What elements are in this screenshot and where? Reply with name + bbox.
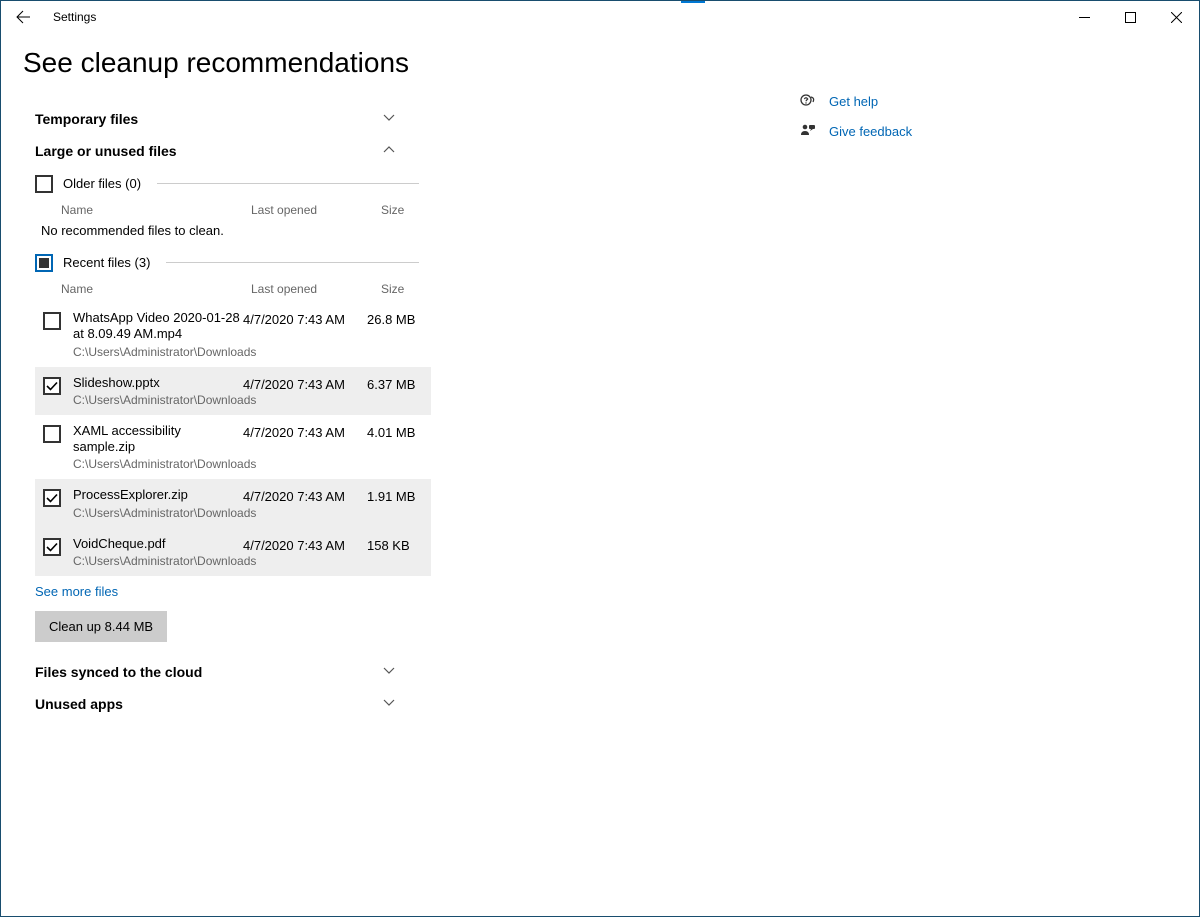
older-files-label: Older files (0) bbox=[63, 176, 141, 191]
section-label: Temporary files bbox=[35, 111, 138, 127]
file-size: 1.91 MB bbox=[367, 487, 437, 504]
no-files-message: No recommended files to clean. bbox=[35, 223, 683, 246]
file-name: VoidCheque.pdf bbox=[73, 536, 243, 552]
close-button[interactable] bbox=[1153, 1, 1199, 33]
file-date: 4/7/2020 7:43 AM bbox=[243, 487, 367, 504]
file-size: 4.01 MB bbox=[367, 423, 437, 440]
section-cloud-files[interactable]: Files synced to the cloud bbox=[23, 656, 403, 688]
file-checkbox[interactable] bbox=[43, 425, 61, 443]
section-label: Files synced to the cloud bbox=[35, 664, 202, 680]
chevron-down-icon bbox=[383, 664, 395, 680]
file-size: 6.37 MB bbox=[367, 375, 437, 392]
file-date: 4/7/2020 7:43 AM bbox=[243, 310, 367, 327]
file-row[interactable]: ProcessExplorer.zip C:\Users\Administrato… bbox=[35, 479, 431, 527]
cleanup-button[interactable]: Clean up 8.44 MB bbox=[35, 611, 167, 642]
file-path: C:\Users\Administrator\Downloads bbox=[73, 345, 243, 359]
section-temporary-files[interactable]: Temporary files bbox=[23, 103, 403, 135]
recent-files-checkbox[interactable] bbox=[35, 254, 53, 272]
divider bbox=[166, 262, 419, 263]
minimize-icon bbox=[1079, 12, 1090, 23]
window-title: Settings bbox=[53, 10, 96, 24]
minimize-button[interactable] bbox=[1061, 1, 1107, 33]
older-files-checkbox[interactable] bbox=[35, 175, 53, 193]
file-row[interactable]: VoidCheque.pdf C:\Users\Administrator\Dow… bbox=[35, 528, 431, 576]
file-path: C:\Users\Administrator\Downloads bbox=[73, 457, 243, 471]
back-arrow-icon bbox=[15, 9, 31, 25]
col-last-opened: Last opened bbox=[251, 203, 381, 217]
back-button[interactable] bbox=[1, 1, 45, 33]
help-icon bbox=[799, 93, 817, 109]
section-large-unused-files[interactable]: Large or unused files bbox=[23, 135, 403, 167]
get-help-link[interactable]: Get help bbox=[799, 89, 1099, 119]
title-bar: Settings bbox=[1, 1, 1199, 33]
page-title: See cleanup recommendations bbox=[23, 47, 683, 79]
col-name: Name bbox=[61, 203, 251, 217]
file-row[interactable]: Slideshow.pptx C:\Users\Administrator\Dow… bbox=[35, 367, 431, 415]
file-name: XAML accessibility sample.zip bbox=[73, 423, 243, 456]
feedback-icon bbox=[799, 123, 817, 139]
divider bbox=[157, 183, 419, 184]
get-help-label: Get help bbox=[829, 94, 878, 109]
chevron-up-icon bbox=[383, 143, 395, 159]
accent-strip bbox=[681, 1, 705, 3]
file-path: C:\Users\Administrator\Downloads bbox=[73, 506, 243, 520]
close-icon bbox=[1171, 12, 1182, 23]
give-feedback-link[interactable]: Give feedback bbox=[799, 119, 1099, 149]
give-feedback-label: Give feedback bbox=[829, 124, 912, 139]
file-path: C:\Users\Administrator\Downloads bbox=[73, 393, 243, 407]
see-more-files-link[interactable]: See more files bbox=[35, 584, 118, 599]
chevron-down-icon bbox=[383, 696, 395, 712]
section-unused-apps[interactable]: Unused apps bbox=[23, 688, 403, 720]
file-name: Slideshow.pptx bbox=[73, 375, 243, 391]
file-row[interactable]: XAML accessibility sample.zipC:\Users\Ad… bbox=[35, 415, 431, 480]
section-label: Unused apps bbox=[35, 696, 123, 712]
file-date: 4/7/2020 7:43 AM bbox=[243, 536, 367, 553]
col-last-opened: Last opened bbox=[251, 282, 381, 296]
col-size: Size bbox=[381, 282, 451, 296]
section-label: Large or unused files bbox=[35, 143, 177, 159]
file-date: 4/7/2020 7:43 AM bbox=[243, 375, 367, 392]
file-path: C:\Users\Administrator\Downloads bbox=[73, 554, 243, 568]
older-files-group: Older files (0) Name Last opened Size No… bbox=[35, 169, 683, 246]
file-size: 158 KB bbox=[367, 536, 437, 553]
col-name: Name bbox=[61, 282, 251, 296]
main-column: See cleanup recommendations Temporary fi… bbox=[23, 33, 683, 720]
file-checkbox[interactable] bbox=[43, 312, 61, 330]
file-checkbox[interactable] bbox=[43, 377, 61, 395]
file-name: WhatsApp Video 2020-01-28 at 8.09.49 AM.… bbox=[73, 310, 243, 343]
help-column: Get help Give feedback bbox=[799, 33, 1099, 149]
chevron-down-icon bbox=[383, 111, 395, 127]
maximize-button[interactable] bbox=[1107, 1, 1153, 33]
maximize-icon bbox=[1125, 12, 1136, 23]
file-checkbox[interactable] bbox=[43, 538, 61, 556]
recent-files-group: Recent files (3) Name Last opened Size W… bbox=[35, 248, 683, 576]
file-checkbox[interactable] bbox=[43, 489, 61, 507]
file-row[interactable]: WhatsApp Video 2020-01-28 at 8.09.49 AM.… bbox=[35, 302, 431, 367]
file-name: ProcessExplorer.zip bbox=[73, 487, 243, 503]
col-size: Size bbox=[381, 203, 451, 217]
file-date: 4/7/2020 7:43 AM bbox=[243, 423, 367, 440]
recent-files-label: Recent files (3) bbox=[63, 255, 150, 270]
file-size: 26.8 MB bbox=[367, 310, 437, 327]
